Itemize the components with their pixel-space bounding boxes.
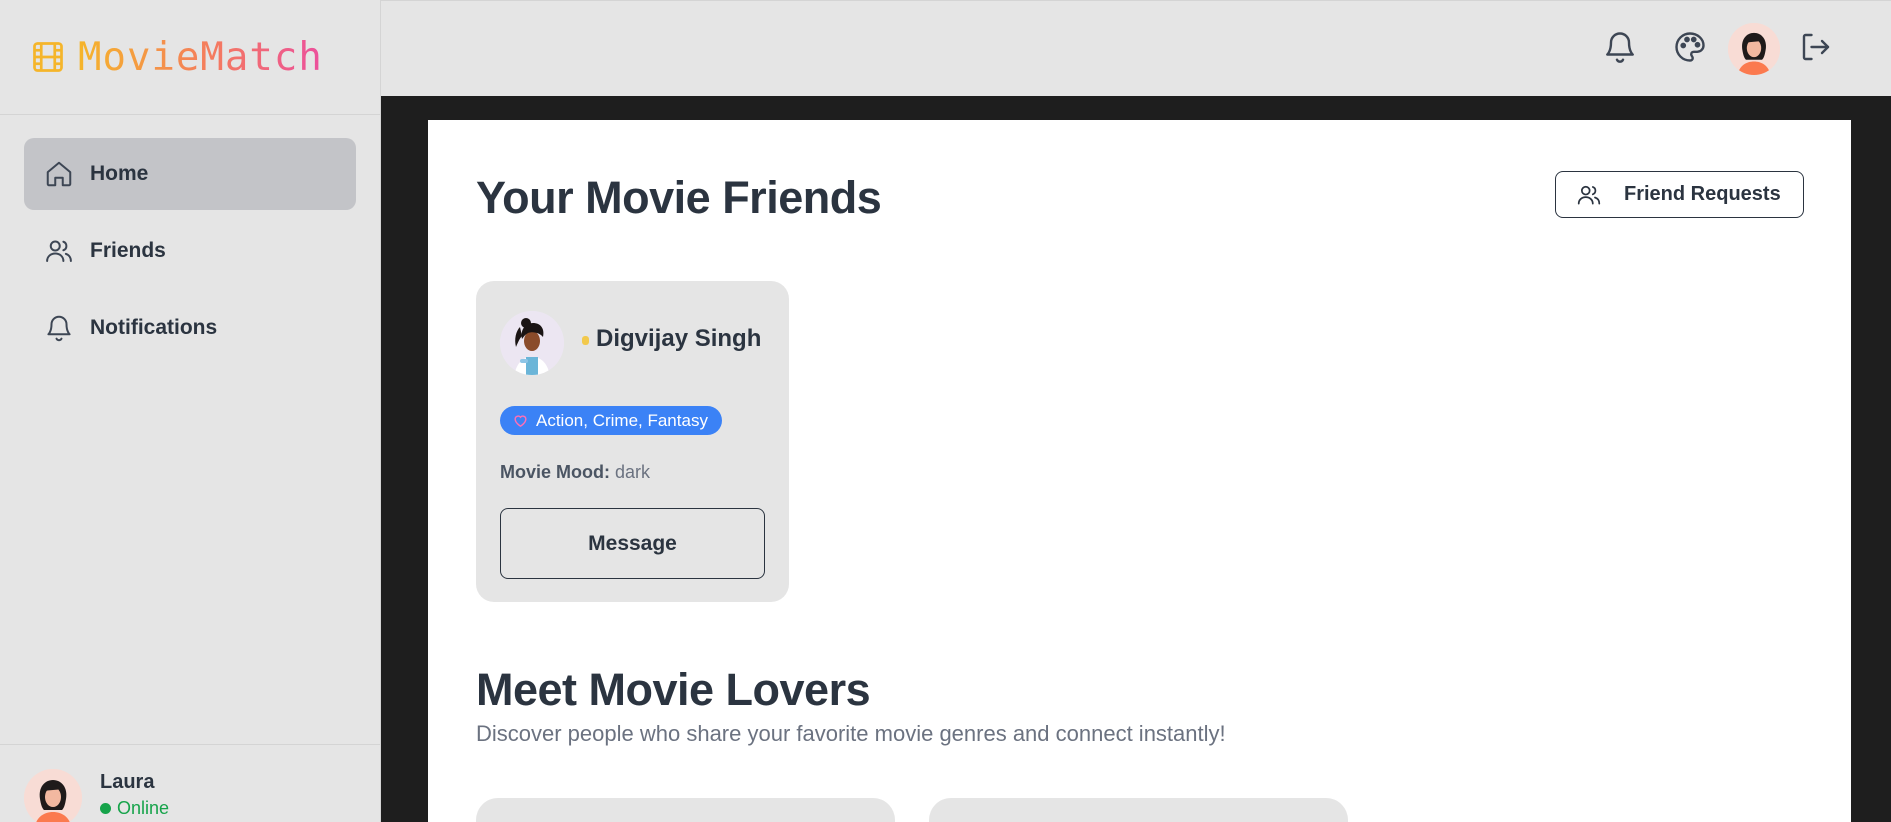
movie-mood-label: Movie Mood: — [500, 462, 610, 482]
avatar — [500, 311, 564, 375]
section-subtitle: Discover people who share your favorite … — [476, 721, 1226, 746]
sidebar-item-label: Notifications — [90, 316, 218, 339]
users-icon — [1577, 185, 1601, 205]
movie-mood-value: dark — [615, 462, 651, 482]
friend-requests-label: Friend Requests — [1624, 183, 1781, 205]
friend-card: Digvijay Singh Action, Crime, Fantasy Mo… — [476, 281, 789, 602]
heart-icon — [514, 415, 527, 427]
movie-lover-card — [476, 798, 895, 822]
main-panel: Your Movie Friends Friend Requests Digvi… — [428, 120, 1851, 822]
page-title: Your Movie Friends — [476, 172, 882, 223]
logout-icon — [1802, 33, 1830, 61]
notifications-button[interactable] — [1602, 29, 1638, 65]
home-icon — [46, 161, 72, 187]
sidebar-item-notifications[interactable]: Notifications — [24, 292, 356, 364]
bell-icon — [47, 315, 71, 342]
logout-button[interactable] — [1798, 29, 1834, 65]
brand-name: MovieMatch — [78, 34, 323, 80]
status-text: Online — [117, 798, 170, 818]
online-status: Online — [100, 798, 169, 819]
section-title: Meet Movie Lovers — [476, 664, 871, 715]
movie-mood: Movie Mood: dark — [500, 462, 650, 483]
film-icon — [33, 42, 63, 72]
online-indicator-icon — [582, 336, 589, 345]
palette-icon — [1675, 32, 1705, 62]
current-user[interactable]: Laura Online — [0, 744, 380, 822]
genre-badge: Action, Crime, Fantasy — [500, 406, 722, 435]
movie-lover-card — [929, 798, 1348, 822]
sidebar-item-home[interactable]: Home — [24, 138, 356, 210]
sidebar: MovieMatch Home Friends Notifications La… — [0, 0, 381, 822]
avatar — [24, 769, 82, 822]
profile-avatar[interactable] — [1728, 23, 1780, 75]
user-name: Laura — [100, 771, 155, 793]
users-icon — [46, 240, 72, 262]
brand[interactable]: MovieMatch — [0, 0, 380, 115]
theme-button[interactable] — [1672, 29, 1708, 65]
sidebar-item-friends[interactable]: Friends — [24, 215, 356, 287]
friend-requests-button[interactable]: Friend Requests — [1555, 171, 1804, 218]
sidebar-item-label: Friends — [90, 239, 166, 262]
sidebar-nav: Home Friends Notifications — [0, 115, 380, 364]
friend-name: Digvijay Singh — [596, 325, 762, 352]
sidebar-item-label: Home — [90, 162, 149, 185]
topbar — [381, 0, 1891, 96]
bell-icon — [1606, 32, 1634, 63]
message-button[interactable]: Message — [500, 508, 765, 579]
genre-text: Action, Crime, Fantasy — [536, 410, 708, 430]
status-dot-icon — [100, 803, 111, 814]
